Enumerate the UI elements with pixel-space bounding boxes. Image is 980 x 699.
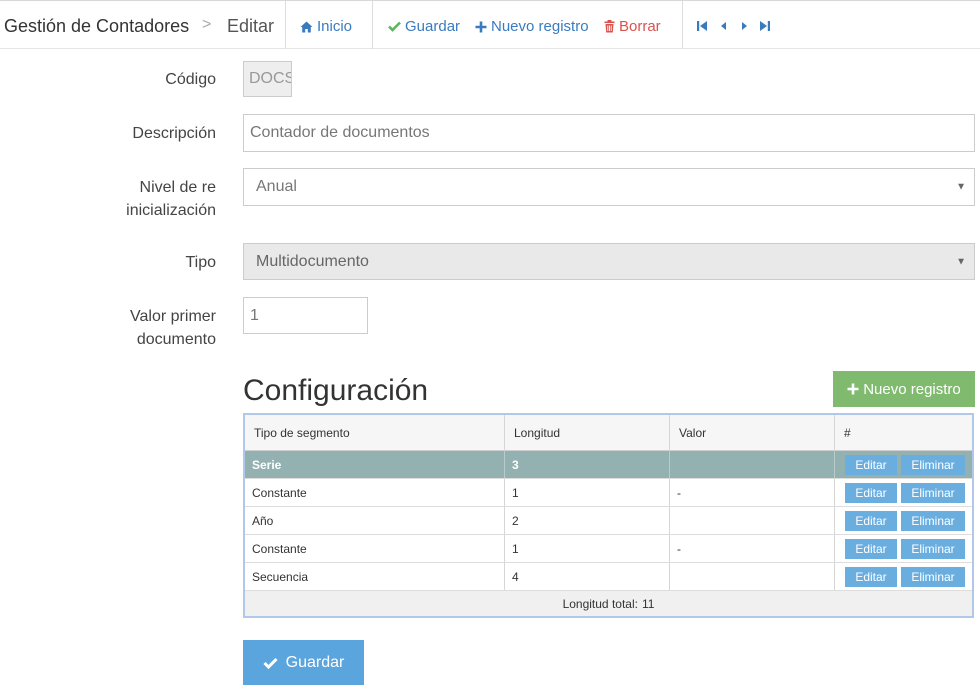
edit-button[interactable]: Editar — [845, 455, 897, 475]
cell-tipo: Constante — [245, 479, 505, 506]
delete-button[interactable]: Eliminar — [901, 539, 965, 559]
trash-icon — [604, 20, 615, 33]
delete-button[interactable]: Eliminar — [901, 511, 965, 531]
cell-longitud: 1 — [505, 479, 670, 506]
cell-tipo: Secuencia — [245, 563, 505, 590]
table-row[interactable]: Secuencia 4 Editar Eliminar — [245, 563, 972, 591]
cell-tipo: Serie — [245, 451, 505, 478]
top-toolbar: Gestión de Contadores > Editar Inicio Gu… — [0, 0, 980, 49]
tipo-label: Tipo — [185, 254, 216, 271]
delete-button[interactable]: Eliminar — [901, 455, 965, 475]
check-icon — [263, 657, 278, 669]
cell-tipo: Constante — [245, 535, 505, 562]
cell-longitud: 3 — [505, 451, 670, 478]
cell-actions: Editar Eliminar — [835, 563, 972, 590]
cell-longitud: 2 — [505, 507, 670, 534]
new-segment-label: Nuevo registro — [863, 380, 961, 398]
nivel-label-line1: Nivel de re — [139, 179, 216, 196]
column-header[interactable]: Tipo de segmento — [245, 415, 505, 450]
check-icon — [388, 21, 401, 32]
next-icon[interactable] — [737, 19, 751, 33]
table-row[interactable]: Serie 3 Editar Eliminar — [245, 451, 972, 479]
cell-actions: Editar Eliminar — [835, 451, 972, 478]
valor-label-line1: Valor primer — [130, 308, 216, 325]
valor-label-line2: documento — [136, 331, 216, 348]
toolbar-divider — [372, 1, 373, 49]
delete-link[interactable]: Borrar — [604, 18, 661, 35]
column-header: # — [844, 425, 851, 440]
first-icon[interactable] — [696, 19, 710, 33]
cell-actions: Editar Eliminar — [835, 479, 972, 506]
table-row[interactable]: Constante 1 - Editar Eliminar — [245, 479, 972, 507]
descripcion-field[interactable]: Contador de documentos — [243, 114, 975, 152]
save-link[interactable]: Guardar — [388, 18, 460, 35]
descripcion-label: Descripción — [132, 125, 216, 142]
edit-button[interactable]: Editar — [845, 539, 897, 559]
delete-button[interactable]: Eliminar — [901, 483, 965, 503]
codigo-value: DOCS — [249, 70, 292, 87]
tipo-select[interactable]: Multidocumento ▼ — [243, 243, 975, 280]
total-length-label: Longitud total: — [562, 596, 638, 611]
cell-longitud: 4 — [505, 563, 670, 590]
table-row[interactable]: Constante 1 - Editar Eliminar — [245, 535, 972, 563]
breadcrumb-current: Editar — [227, 16, 275, 36]
delete-label: Borrar — [619, 18, 661, 35]
total-length-value: 11 — [641, 596, 655, 611]
table-row[interactable]: Año 2 Editar Eliminar — [245, 507, 972, 535]
cell-actions: Editar Eliminar — [835, 535, 972, 562]
valor-value: 1 — [250, 306, 259, 324]
home-icon — [300, 21, 313, 32]
breadcrumb-separator: > — [202, 16, 212, 33]
new-record-label: Nuevo registro — [491, 18, 589, 35]
toolbar-divider — [285, 1, 286, 49]
caret-down-icon: ▼ — [956, 181, 966, 193]
last-icon[interactable] — [757, 19, 771, 33]
valor-label: Valor primer documento — [130, 305, 216, 351]
table-footer: Longitud total: 11 — [245, 591, 972, 616]
cell-longitud: 1 — [505, 535, 670, 562]
codigo-label: Código — [165, 71, 216, 88]
cell-valor — [670, 563, 835, 590]
column-header[interactable]: Valor — [670, 415, 835, 450]
delete-button[interactable]: Eliminar — [901, 567, 965, 587]
config-title: Configuración — [243, 374, 429, 407]
save-label: Guardar — [405, 18, 461, 35]
new-segment-button[interactable]: Nuevo registro — [833, 371, 975, 407]
edit-button[interactable]: Editar — [845, 567, 897, 587]
codigo-field[interactable]: DOCS — [243, 61, 292, 97]
cell-valor: - — [670, 479, 835, 506]
segments-table: Tipo de segmento Longitud Valor # Serie … — [243, 413, 974, 618]
table-header: Tipo de segmento Longitud Valor # — [245, 415, 972, 451]
home-label: Inicio — [317, 18, 353, 35]
plus-icon — [475, 21, 487, 32]
nivel-label: Nivel de re inicialización — [126, 176, 216, 222]
prev-icon[interactable] — [717, 19, 731, 33]
cell-valor — [670, 451, 835, 478]
toolbar-divider — [682, 1, 683, 49]
cell-valor — [670, 507, 835, 534]
tipo-value: Multidocumento — [256, 252, 369, 270]
save-button[interactable]: Guardar — [243, 640, 364, 685]
cell-actions: Editar Eliminar — [835, 507, 972, 534]
nivel-select[interactable]: Anual ▼ — [243, 168, 975, 206]
edit-button[interactable]: Editar — [845, 483, 897, 503]
page-title: Gestión de Contadores — [4, 16, 190, 36]
cell-tipo: Año — [245, 507, 505, 534]
valor-field[interactable]: 1 — [243, 297, 368, 334]
caret-down-icon: ▼ — [956, 256, 966, 267]
home-link[interactable]: Inicio — [300, 18, 352, 35]
edit-button[interactable]: Editar — [845, 511, 897, 531]
column-header[interactable]: Longitud — [505, 415, 670, 450]
nivel-value: Anual — [256, 178, 297, 195]
new-record-link[interactable]: Nuevo registro — [475, 18, 589, 35]
cell-valor: - — [670, 535, 835, 562]
nivel-label-line2: inicialización — [126, 202, 216, 219]
plus-icon — [847, 383, 859, 395]
descripcion-value: Contador de documentos — [250, 124, 430, 141]
save-button-label: Guardar — [285, 653, 345, 671]
